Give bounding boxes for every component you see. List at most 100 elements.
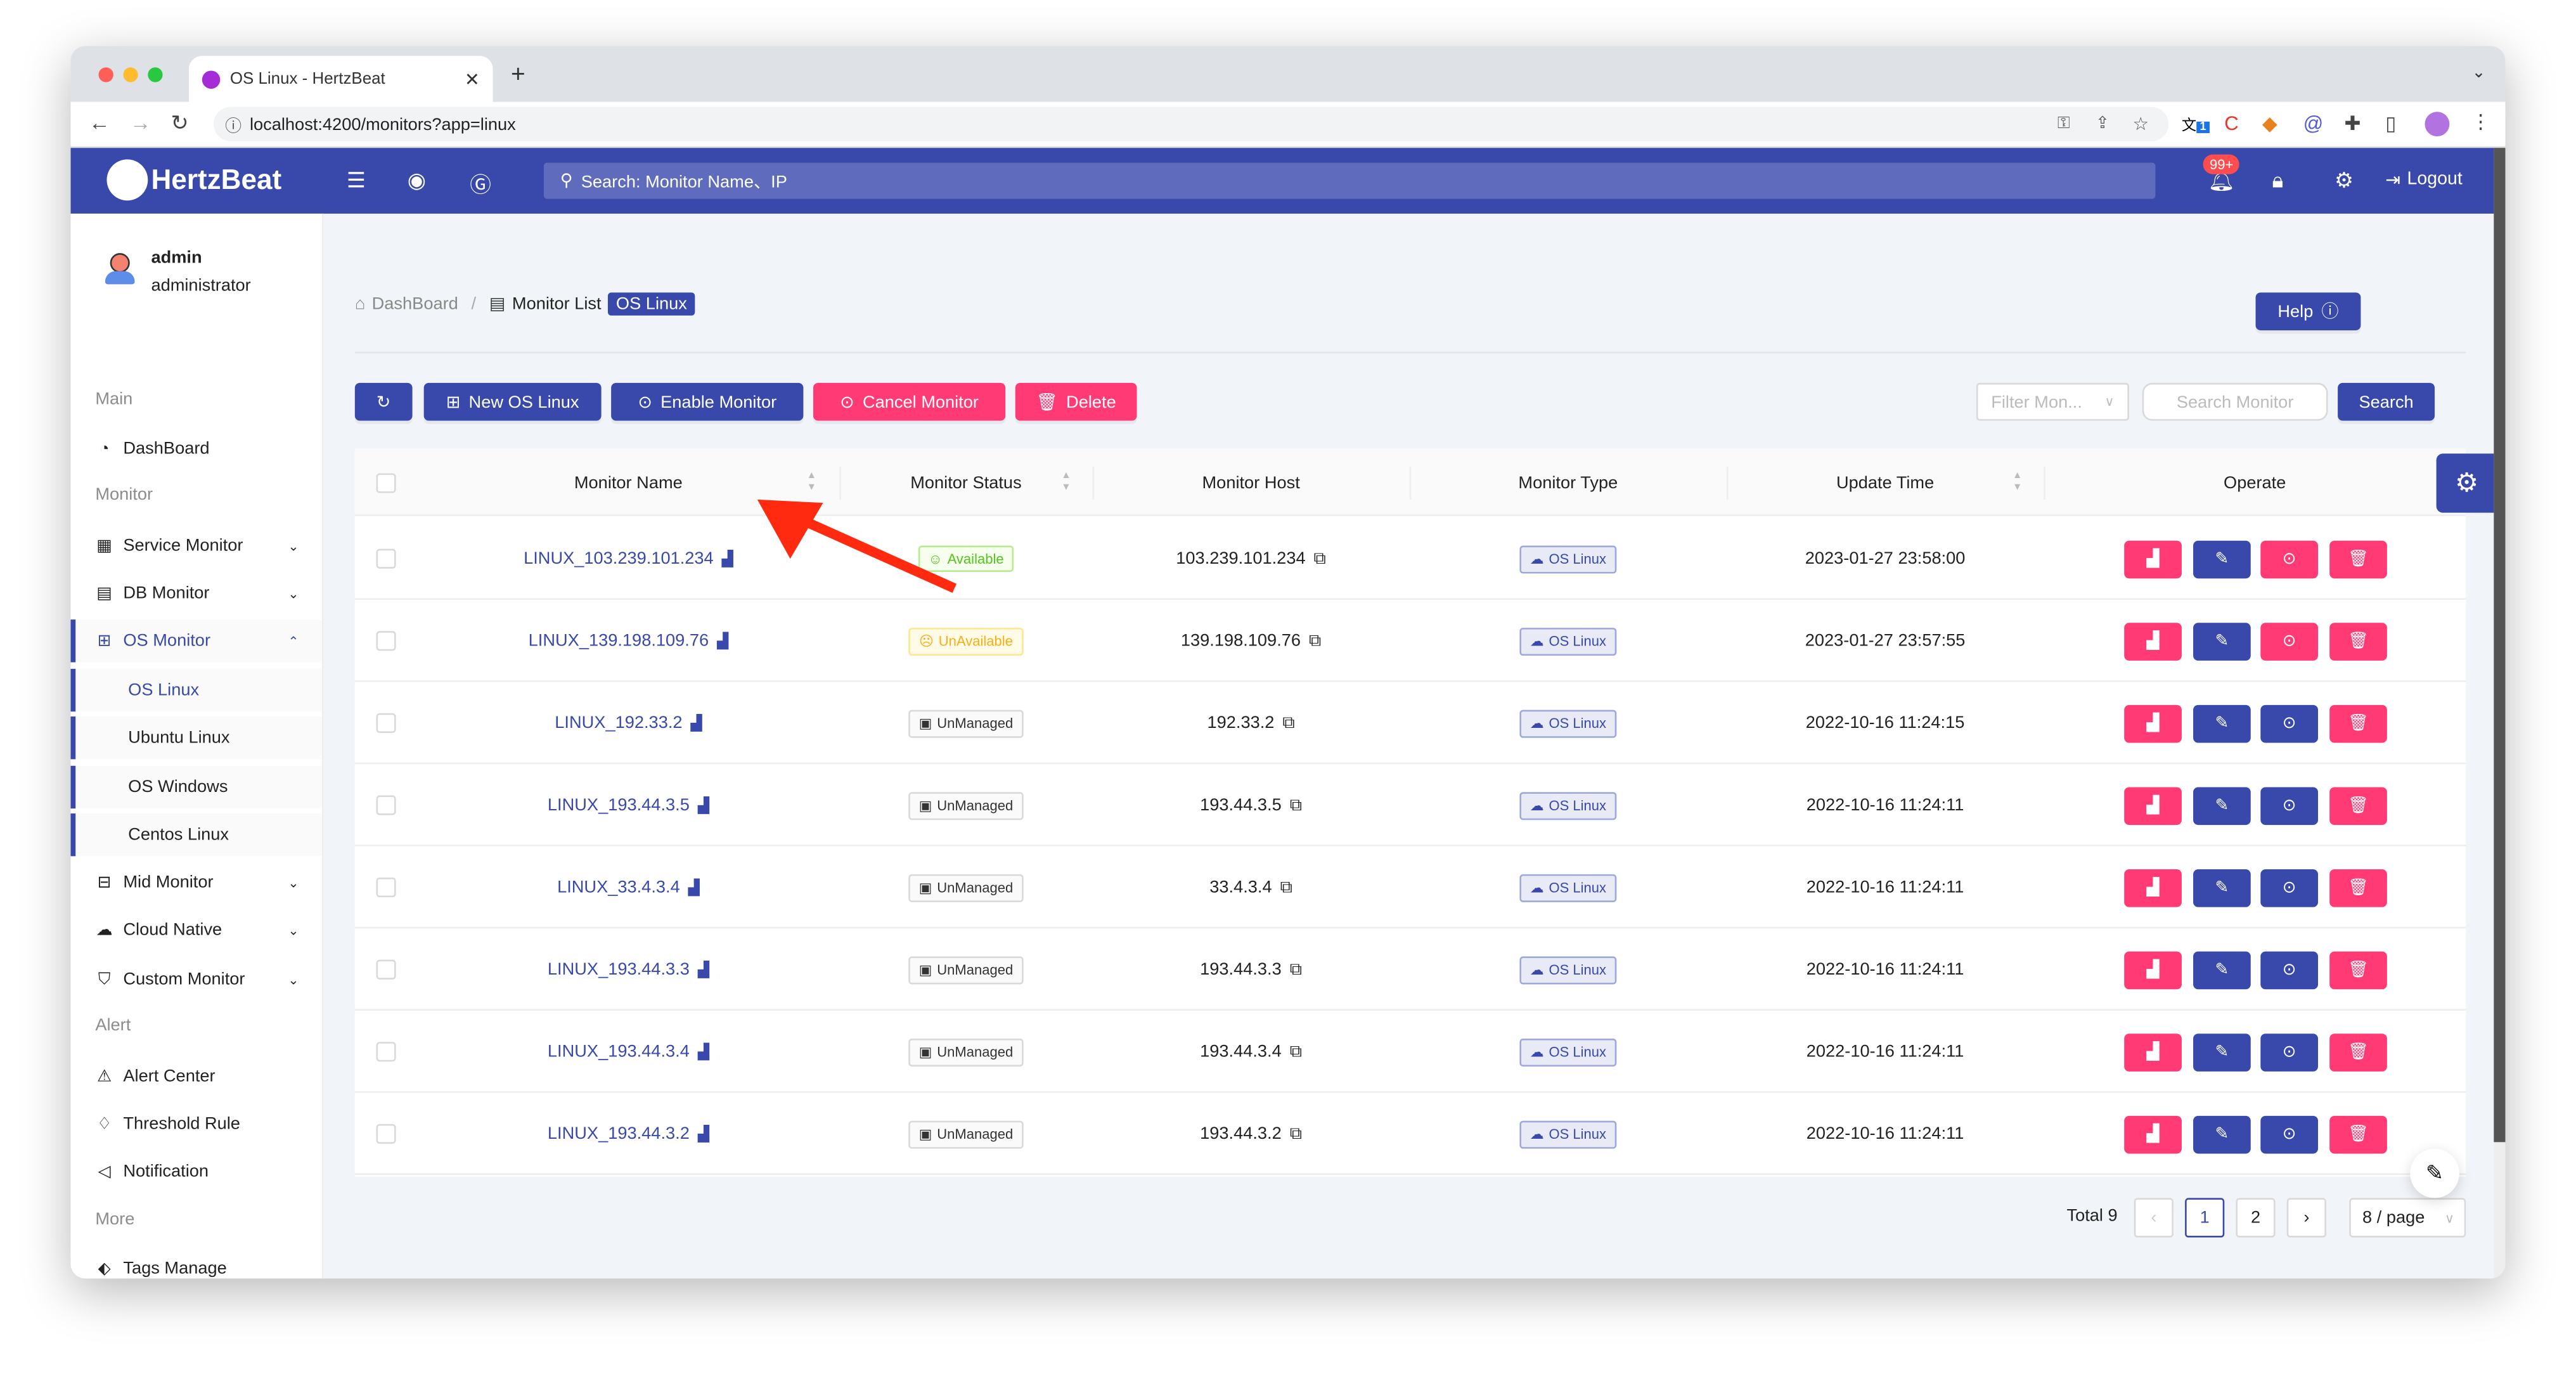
view-chart-button[interactable]: ▟ <box>2124 869 2182 907</box>
close-window-button[interactable] <box>98 67 113 82</box>
scrollbar[interactable] <box>2494 148 2506 1279</box>
sidebar-item-alert-center[interactable]: ⚠ Alert Center <box>70 1055 322 1098</box>
monitor-name-link[interactable]: LINUX_139.198.109.76 <box>529 631 709 651</box>
global-search-input[interactable]: ⚲ Search: Monitor Name、IP <box>543 162 2156 199</box>
copy-icon[interactable]: ⧉ <box>1282 713 1294 734</box>
browser-menu-icon[interactable]: ⋮ <box>2471 110 2490 133</box>
puzzle-extensions-icon[interactable]: ✚ <box>2344 112 2360 134</box>
sidebar-item-os-monitor[interactable]: ⊞ OS Monitor ⌃ <box>70 619 322 663</box>
breadcrumb-dashboard[interactable]: DashBoard <box>372 294 458 314</box>
monitor-name-link[interactable]: LINUX_193.44.3.3 <box>548 960 690 980</box>
area-chart-icon[interactable]: ▟ <box>688 878 700 897</box>
view-chart-button[interactable]: ▟ <box>2124 623 2182 661</box>
sidebar-item-threshold-rule[interactable]: ♢ Threshold Rule <box>70 1103 322 1145</box>
reload-icon[interactable]: ↻ <box>171 110 189 136</box>
key-icon[interactable]: ⚿ <box>2058 115 2070 133</box>
enable-monitor-row-button[interactable]: ⊙ <box>2260 704 2319 743</box>
view-chart-button[interactable]: ▟ <box>2124 540 2182 579</box>
copy-icon[interactable]: ⧉ <box>1290 1041 1302 1063</box>
share-icon[interactable]: ⇪ <box>2096 115 2109 133</box>
enable-monitor-row-button[interactable]: ⊙ <box>2260 1115 2319 1154</box>
delete-row-button[interactable]: 🗑︎ <box>2329 869 2387 907</box>
row-checkbox[interactable] <box>376 795 396 815</box>
monitor-name-link[interactable]: LINUX_193.44.3.4 <box>548 1042 690 1061</box>
area-chart-icon[interactable]: ▟ <box>690 714 702 732</box>
new-tab-icon[interactable]: + <box>511 61 525 89</box>
edit-button[interactable]: ✎ <box>2193 1034 2251 1072</box>
view-chart-button[interactable]: ▟ <box>2124 1034 2182 1072</box>
sort-icon[interactable]: ▲ ▼ <box>1061 472 1071 495</box>
url-input[interactable]: ⓘ localhost:4200/monitors?app=linux ⚿ ⇪ … <box>213 107 2169 141</box>
delete-row-button[interactable]: 🗑︎ <box>2329 787 2387 826</box>
magic-wand-icon[interactable]: ✎ <box>2410 1148 2459 1198</box>
page-2-button[interactable]: 2 <box>2236 1198 2276 1238</box>
search-monitor-input[interactable]: Search Monitor <box>2142 382 2328 421</box>
copy-icon[interactable]: ⧉ <box>1309 630 1321 652</box>
delete-row-button[interactable]: 🗑︎ <box>2329 540 2387 579</box>
delete-button[interactable]: 🗑︎ Delete <box>1015 382 1137 421</box>
metamask-fox-icon[interactable]: ◆ <box>2262 112 2277 134</box>
monitor-name-link[interactable]: LINUX_192.33.2 <box>555 713 682 733</box>
monitor-name-link[interactable]: LINUX_193.44.3.5 <box>548 795 690 815</box>
edit-button[interactable]: ✎ <box>2193 1115 2251 1154</box>
copy-icon[interactable]: ⧉ <box>1290 1123 1302 1144</box>
sidebar-item-tags-manage[interactable]: ⬖ Tags Manage <box>70 1247 322 1278</box>
theme-settings-button[interactable]: ⚙ <box>2436 453 2497 513</box>
sidebar-item-db-monitor[interactable]: ▤ DB Monitor ⌄ <box>70 572 322 614</box>
next-page-button[interactable]: › <box>2286 1198 2326 1238</box>
extension-at-icon[interactable]: @ <box>2303 112 2324 134</box>
row-checkbox[interactable] <box>376 1042 396 1062</box>
sidebar-item-custom-monitor[interactable]: ⛉ Custom Monitor ⌄ <box>70 958 322 1001</box>
enable-monitor-row-button[interactable]: ⊙ <box>2260 787 2319 826</box>
row-checkbox[interactable] <box>376 713 396 733</box>
enable-monitor-row-button[interactable]: ⊙ <box>2260 951 2319 990</box>
view-chart-button[interactable]: ▟ <box>2124 787 2182 826</box>
edit-button[interactable]: ✎ <box>2193 623 2251 661</box>
area-chart-icon[interactable]: ▟ <box>722 550 733 568</box>
monitor-name-link[interactable]: LINUX_33.4.3.4 <box>557 878 680 897</box>
sidebar-item-ubuntu-linux[interactable]: Ubuntu Linux <box>70 716 322 760</box>
profile-avatar[interactable] <box>2425 112 2450 137</box>
edit-button[interactable]: ✎ <box>2193 951 2251 990</box>
cancel-monitor-row-button[interactable]: ⊙ <box>2260 540 2319 579</box>
close-tab-icon[interactable]: ✕ <box>465 68 480 89</box>
sidebar-item-cloud-native[interactable]: ☁ Cloud Native ⌄ <box>70 909 322 951</box>
sidebar-item-notification[interactable]: ◁ Notification <box>70 1150 322 1193</box>
settings-gear-icon[interactable]: ⚙ <box>2334 167 2354 193</box>
sidebar-item-service-monitor[interactable]: ▦ Service Monitor ⌄ <box>70 524 322 567</box>
monitor-name-link[interactable]: LINUX_193.44.3.2 <box>548 1124 690 1144</box>
maximize-window-button[interactable] <box>148 67 163 82</box>
forward-icon[interactable]: → <box>130 110 151 135</box>
side-panel-icon[interactable]: ▯ <box>2385 112 2396 134</box>
area-chart-icon[interactable]: ▟ <box>698 1042 709 1061</box>
edit-button[interactable]: ✎ <box>2193 869 2251 907</box>
copy-icon[interactable]: ⧉ <box>1290 794 1302 816</box>
delete-row-button[interactable]: 🗑︎ <box>2329 1115 2387 1154</box>
view-chart-button[interactable]: ▟ <box>2124 951 2182 990</box>
edit-button[interactable]: ✎ <box>2193 704 2251 743</box>
enable-monitor-row-button[interactable]: ⊙ <box>2260 869 2319 907</box>
tab-list-icon[interactable]: ⌄ <box>2472 64 2486 82</box>
monitor-name-link[interactable]: LINUX_103.239.101.234 <box>524 549 714 569</box>
collapse-menu-icon[interactable]: ☰ <box>347 167 366 193</box>
page-size-select[interactable]: 8 / page ∨ <box>2349 1198 2466 1238</box>
extension-c-icon[interactable]: C <box>2224 112 2238 134</box>
search-button[interactable]: Search <box>2338 382 2435 421</box>
delete-row-button[interactable]: 🗑︎ <box>2329 623 2387 661</box>
area-chart-icon[interactable]: ▟ <box>698 1125 709 1143</box>
area-chart-icon[interactable]: ▟ <box>698 961 709 979</box>
cancel-monitor-button[interactable]: ⊙ Cancel Monitor <box>813 382 1006 421</box>
help-button[interactable]: Help ⓘ <box>2255 292 2361 330</box>
copy-icon[interactable]: ⧉ <box>1280 877 1292 898</box>
browser-tab[interactable]: OS Linux - HertzBeat ✕ <box>189 56 493 102</box>
view-chart-button[interactable]: ▟ <box>2124 1115 2182 1154</box>
logo[interactable]: HertzBeat <box>106 159 281 201</box>
logout-button[interactable]: ⇥ Logout <box>2385 169 2462 191</box>
prev-page-button[interactable]: ‹ <box>2134 1198 2174 1238</box>
cancel-monitor-row-button[interactable]: ⊙ <box>2260 623 2319 661</box>
row-checkbox[interactable] <box>376 1124 396 1144</box>
column-update-time[interactable]: Update Time <box>1727 449 2044 516</box>
filter-status-select[interactable]: Filter Mon... ∨ <box>1976 382 2129 421</box>
bookmark-star-icon[interactable]: ☆ <box>2132 113 2149 134</box>
edit-button[interactable]: ✎ <box>2193 787 2251 826</box>
